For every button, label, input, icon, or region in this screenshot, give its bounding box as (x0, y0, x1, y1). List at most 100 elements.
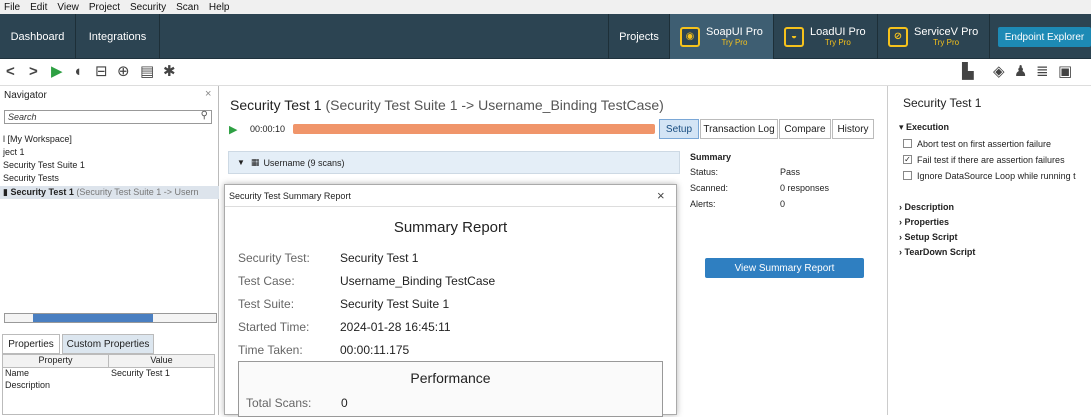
summary-value: 0 responses (780, 183, 830, 193)
menu-file[interactable]: File (4, 2, 20, 13)
forward-icon[interactable]: > (29, 64, 38, 80)
save-icon[interactable]: ⊟ (95, 64, 108, 80)
section-properties[interactable]: › Properties (899, 215, 975, 230)
tab-setup[interactable]: Setup (659, 119, 699, 139)
section-setup-script[interactable]: › Setup Script (899, 230, 975, 245)
property-name: Description (5, 380, 51, 390)
menu-project[interactable]: Project (89, 2, 120, 13)
tree-item[interactable]: l [My Workspace] (3, 133, 85, 146)
close-icon[interactable]: × (657, 188, 665, 203)
report-label: Started Time: (238, 320, 310, 334)
expand-icon[interactable]: ▼ (237, 158, 245, 167)
try-pro-label: Try Pro (721, 38, 748, 47)
tree-item[interactable]: Security Test Suite 1 (3, 159, 85, 172)
column-header: Value (150, 355, 173, 365)
scan-row[interactable]: ▼ ▦ Username (9 scans) (228, 151, 680, 174)
search-input[interactable]: Search ⚲ (4, 110, 212, 124)
execution-section[interactable]: ▾ Execution (899, 122, 949, 133)
property-name: Name (5, 368, 30, 378)
scan-row-label: Username (9 scans) (263, 157, 345, 168)
loadui-logo-icon: ◒ (784, 26, 804, 47)
execution-options: Abort test on first assertion failure ✓ F… (903, 136, 1076, 184)
dialog-window-title: Security Test Summary Report (229, 190, 351, 201)
section-teardown-script[interactable]: › TearDown Script (899, 245, 975, 260)
option-ignore-datasource-loop[interactable]: Ignore DataSource Loop while running t (903, 168, 1076, 184)
toggle-icon[interactable]: ▣ (1058, 64, 1072, 80)
soapui-logo-icon: ◉ (680, 26, 700, 47)
checkbox-checked[interactable]: ✓ (903, 155, 912, 165)
summary-row: Scanned: 0 responses (690, 183, 880, 199)
database-icon[interactable]: ≣ (1036, 64, 1049, 80)
projects-button[interactable]: Projects (608, 14, 670, 59)
tree-item[interactable]: Security Tests (3, 172, 85, 185)
dialog-heading: Summary Report (393, 219, 508, 236)
summary-row: Status: Pass (690, 167, 880, 183)
checkbox[interactable] (903, 171, 912, 181)
menu-security[interactable]: Security (130, 2, 166, 13)
scrollbar-thumb[interactable] (33, 314, 153, 322)
summary-report-dialog: Security Test Summary Report × Summary R… (224, 184, 677, 417)
summary-label: Scanned: (690, 183, 729, 193)
report-value: Security Test Suite 1 (340, 297, 450, 311)
view-summary-report-button[interactable]: View Summary Report (705, 258, 864, 278)
execution-label: Execution (906, 122, 950, 132)
leaf-icon[interactable]: ◈ (993, 64, 1005, 80)
section-label: TearDown Script (904, 247, 976, 257)
menu-scan[interactable]: Scan (176, 2, 199, 13)
report-label: Test Suite: (238, 297, 295, 311)
dialog-title-bar: Security Test Summary Report (225, 185, 676, 207)
project-tree: l [My Workspace] ject 1 Security Test Su… (3, 133, 85, 185)
tab-compare[interactable]: Compare (779, 119, 831, 139)
option-label: Ignore DataSource Loop while running t (917, 171, 1076, 181)
option-label: Fail test if there are assertion failure… (917, 155, 1065, 165)
tab-history[interactable]: History (832, 119, 874, 139)
bug-icon[interactable]: ✱ (163, 64, 176, 80)
table-row[interactable]: Name Security Test 1 (3, 368, 214, 380)
target-icon[interactable]: ⊕ (117, 64, 130, 80)
checkbox[interactable] (903, 139, 912, 149)
top-bar: Dashboard Integrations Projects ◉ SoapUI… (0, 14, 1091, 59)
summary-value: 0 (780, 199, 786, 209)
menu-edit[interactable]: Edit (30, 2, 47, 13)
back-icon[interactable]: < (6, 64, 15, 80)
report-value: Username_Binding TestCase (340, 274, 496, 288)
report-label: Time Taken: (238, 343, 303, 357)
option-fail-on-assertion[interactable]: ✓ Fail test if there are assertion failur… (903, 152, 1076, 168)
endpoint-explorer-button[interactable]: Endpoint Explorer (998, 27, 1091, 47)
summary-row: Alerts: 0 (690, 199, 880, 215)
section-label: Setup Script (904, 232, 958, 242)
selected-item-suffix: (Security Test Suite 1 -> Usern (76, 187, 199, 197)
tab-transaction-log[interactable]: Transaction Log (700, 119, 778, 139)
servicev-logo-icon: ⊘ (888, 26, 908, 47)
tree-item[interactable]: ject 1 (3, 146, 85, 159)
document-icon[interactable]: ▤ (140, 64, 154, 80)
dashboard-button[interactable]: Dashboard (0, 14, 76, 59)
table-row[interactable]: Description (3, 380, 214, 392)
close-icon[interactable]: × (205, 88, 211, 100)
selected-item-label: Security Test 1 (10, 187, 74, 197)
timer: 00:00:10 (250, 124, 286, 134)
product-name: LoadUI Pro (810, 26, 866, 38)
servicev-pro-button[interactable]: ⊘ ServiceV Pro Try Pro (878, 14, 990, 59)
property-value: Security Test 1 (111, 368, 170, 378)
tree-item-selected[interactable]: ▮ Security Test 1 (Security Test Suite 1… (0, 186, 219, 199)
run-icon[interactable]: ▶ (229, 123, 237, 136)
soapui-pro-button[interactable]: ◉ SoapUI Pro Try Pro (670, 14, 774, 59)
bell-icon[interactable]: ♟ (1014, 64, 1027, 80)
section-description[interactable]: › Description (899, 200, 975, 215)
monitor-icon[interactable]: ▙ (962, 64, 974, 80)
inspector-title: Security Test 1 (903, 96, 982, 110)
run-icon[interactable]: ▶ (51, 64, 63, 80)
shield-icon[interactable]: ◖ (73, 64, 82, 80)
report-row: Started Time: 2024-01-28 16:45:11 (238, 316, 495, 339)
title-context: (Security Test Suite 1 -> Username_Bindi… (325, 97, 664, 113)
option-abort-on-failure[interactable]: Abort test on first assertion failure (903, 136, 1076, 152)
loadui-pro-button[interactable]: ◒ LoadUI Pro Try Pro (774, 14, 878, 59)
integrations-button[interactable]: Integrations (76, 14, 160, 59)
menu-view[interactable]: View (57, 2, 79, 13)
table-header: Property Value (3, 355, 214, 368)
tab-properties[interactable]: Properties (2, 334, 60, 354)
horizontal-scrollbar[interactable] (4, 313, 217, 323)
menu-help[interactable]: Help (209, 2, 230, 13)
tab-custom-properties[interactable]: Custom Properties (62, 334, 154, 354)
